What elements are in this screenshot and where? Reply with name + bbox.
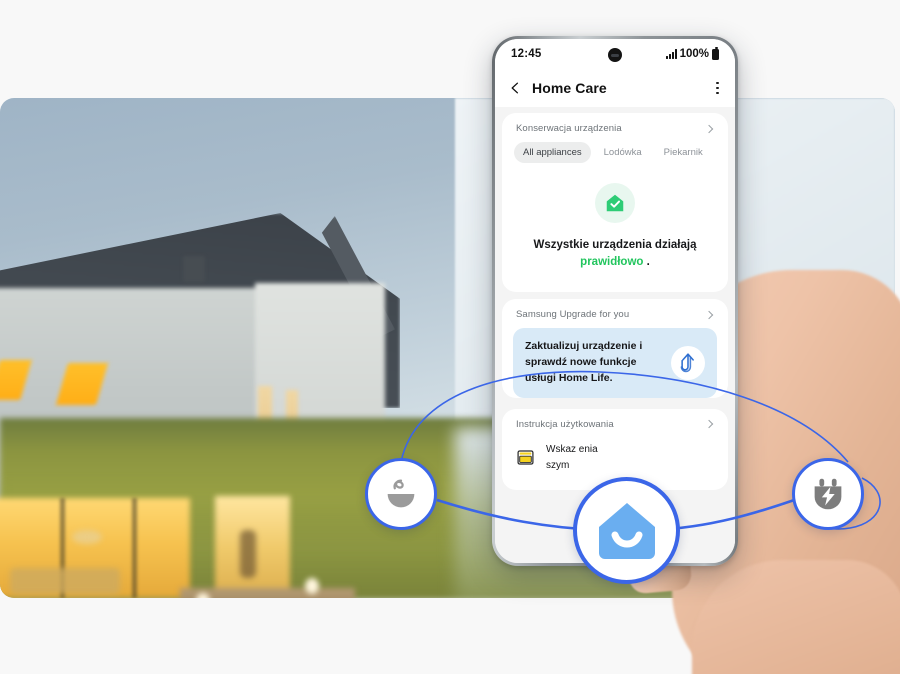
battery-percent-label: 100%	[679, 48, 709, 60]
instruction-card-title: Instrukcja użytkowania	[516, 418, 614, 430]
person-silhouette	[240, 530, 256, 578]
page-title: Home Care	[532, 80, 607, 96]
back-chevron-icon[interactable]	[509, 82, 521, 94]
instruction-line1: Wskaz enia	[546, 443, 598, 455]
app-bar: Home Care	[495, 69, 735, 107]
home-badge[interactable]	[573, 477, 680, 584]
samsung-upgrade-icon	[680, 353, 694, 373]
status-ok-word: prawidłowo	[580, 255, 644, 268]
maintenance-card-title: Konserwacja urządzenia	[516, 123, 622, 134]
oven-icon	[517, 450, 534, 465]
house-chimney	[183, 256, 205, 282]
home-check-icon	[606, 194, 624, 212]
upgrade-banner-text: Zaktualizuj urządzenie i sprawdź nowe fu…	[525, 340, 643, 384]
tab-all-appliances[interactable]: All appliances	[514, 142, 591, 163]
status-period: .	[646, 255, 650, 268]
power-plug-bolt-icon	[814, 478, 842, 510]
chevron-right-icon	[704, 124, 714, 133]
instruction-row-text: Wskaz enia szym	[546, 442, 598, 474]
tab-lodowka[interactable]: Lodówka	[595, 142, 651, 163]
front-camera-punch-hole	[608, 48, 622, 62]
instruction-card-header[interactable]: Instrukcja użytkowania	[502, 419, 728, 438]
upgrade-banner[interactable]: Zaktualizuj urządzenie i sprawdź nowe fu…	[513, 328, 717, 398]
battery-full-icon	[712, 46, 719, 60]
maintenance-card-header[interactable]: Konserwacja urządzenia	[502, 123, 728, 142]
garden-light	[305, 578, 319, 594]
instruction-line2: szym	[546, 459, 570, 471]
status-message-line1: Wszystkie urządzenia działają	[533, 239, 697, 251]
status-time: 12:45	[511, 48, 542, 60]
status-message-line2: prawidłowo .	[502, 254, 728, 271]
status-icon-container	[595, 183, 635, 223]
status-bar: 12:45 100%	[495, 39, 735, 69]
upgrade-card-title: Samsung Upgrade for you	[516, 309, 630, 321]
window-mullion	[132, 498, 137, 598]
interior-sofa	[10, 568, 120, 594]
upgrade-card-header[interactable]: Samsung Upgrade for you	[502, 309, 728, 328]
signal-bars-icon	[665, 49, 677, 59]
smart-home-smile-icon	[598, 502, 655, 559]
interior-lamp	[72, 530, 102, 544]
power-badge[interactable]	[792, 458, 864, 530]
chevron-right-icon	[704, 419, 714, 429]
appliance-tabs: All appliances Lodówka Piekarnik	[502, 142, 728, 167]
more-options-icon[interactable]	[714, 78, 721, 99]
upgrade-card: Samsung Upgrade for you Zaktualizuj urzą…	[502, 299, 728, 398]
status-indicators: 100%	[665, 46, 719, 60]
cooking-pot-icon	[387, 479, 415, 508]
cooking-badge[interactable]	[365, 458, 437, 530]
chevron-right-icon	[704, 310, 714, 320]
maintenance-card: Konserwacja urządzenia All appliances Lo…	[502, 113, 728, 293]
tab-piekarnik[interactable]: Piekarnik	[655, 142, 712, 163]
appliance-status-block: Wszystkie urządzenia działają prawidłowo…	[502, 167, 728, 292]
upgrade-badge	[671, 345, 705, 380]
